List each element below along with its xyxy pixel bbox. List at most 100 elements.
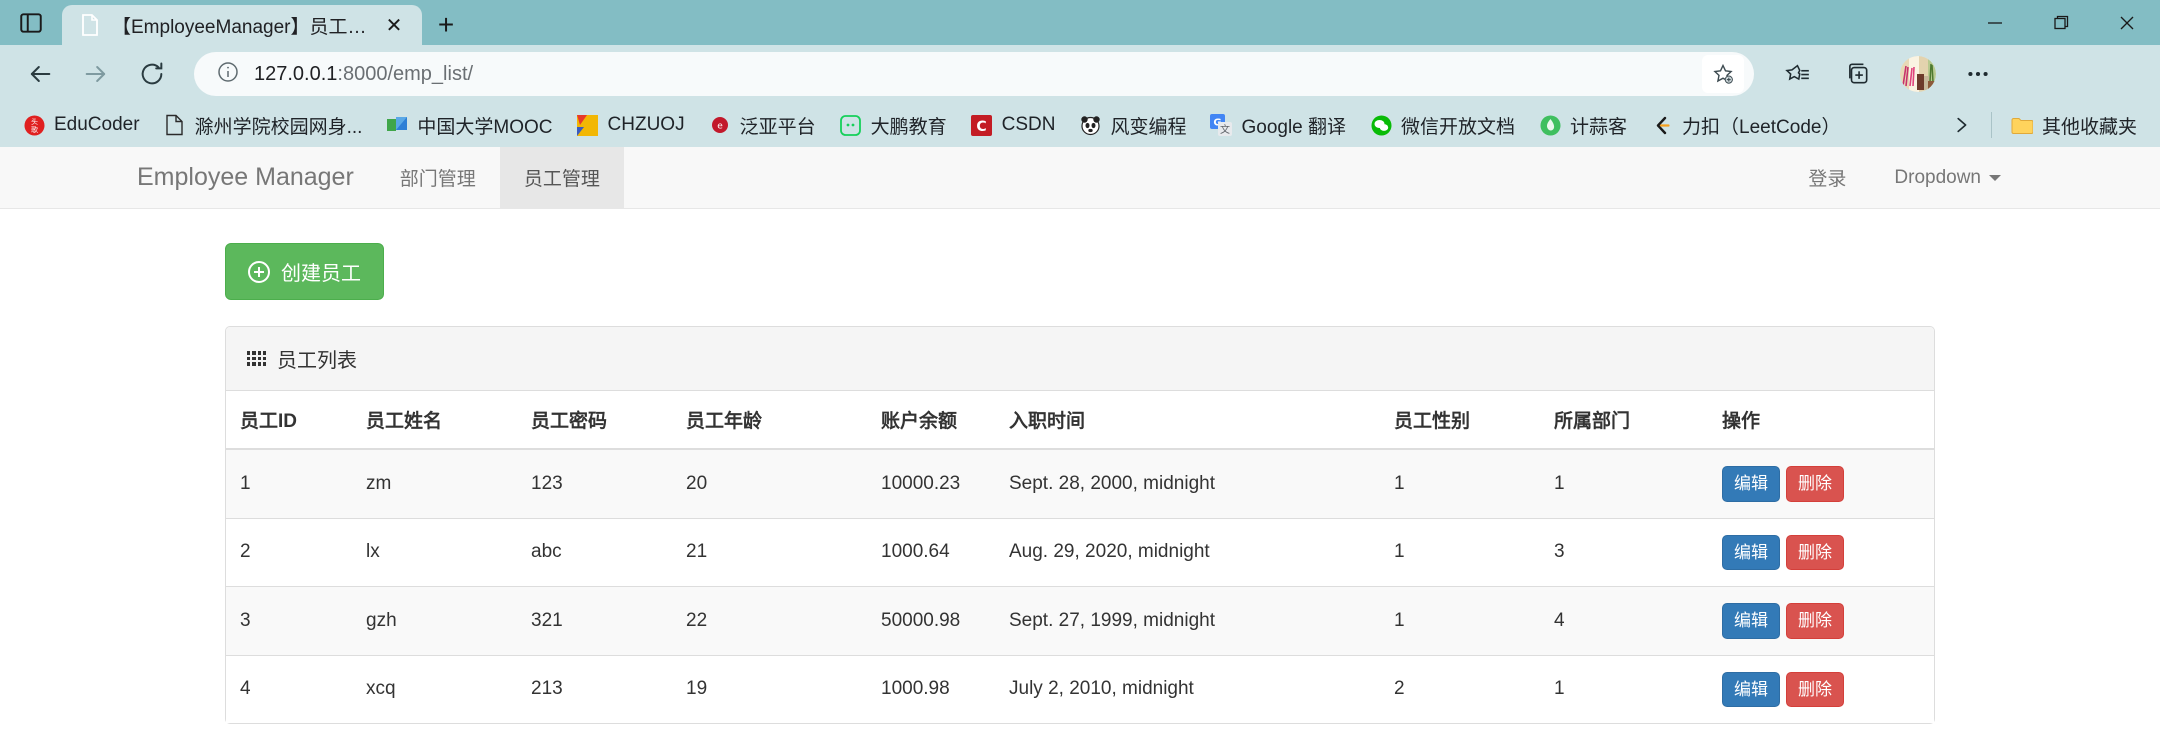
table-row: 2 lx abc 21 1000.64 Aug. 29, 2020, midni…	[226, 517, 1934, 587]
bookmark-item[interactable]: 中国大学MOOC	[375, 107, 563, 144]
employee-list-panel: 员工列表 员工ID 员工姓名 员工密码 员工年龄 账户余额 入职时间 员工性别 …	[225, 326, 1935, 725]
column-header-hire-date: 入职时间	[997, 391, 1382, 450]
column-header-balance: 账户余额	[869, 391, 997, 450]
new-tab-button[interactable]: +	[422, 5, 470, 45]
bookmark-item[interactable]: 风变编程	[1068, 107, 1197, 144]
bookmark-label: CSDN	[1001, 114, 1056, 135]
bookmark-item[interactable]: 滁州学院校园网身...	[153, 107, 374, 144]
edit-button[interactable]: 编辑	[1722, 466, 1780, 502]
bookmark-item[interactable]: G文 Google 翻译	[1199, 107, 1357, 144]
cell-password: 123	[519, 448, 674, 519]
edit-button[interactable]: 编辑	[1722, 671, 1780, 708]
bookmark-label: EduCoder	[54, 114, 140, 135]
favorites-list-icon[interactable]	[1770, 51, 1826, 97]
collections-icon[interactable]	[1830, 51, 1886, 97]
browser-toolbar: 127.0.0.1:8000/emp_list/	[0, 45, 2160, 103]
delete-button[interactable]: 删除	[1786, 671, 1844, 708]
edit-button[interactable]: 编辑	[1722, 534, 1780, 571]
bookmark-label: 力扣（LeetCode）	[1682, 116, 1841, 138]
profile-avatar[interactable]	[1890, 51, 1946, 97]
column-header-id: 员工ID	[226, 391, 354, 450]
cell-gender: 1	[1382, 517, 1542, 587]
grid-icon	[247, 351, 266, 366]
app-navbar: Employee Manager 部门管理 员工管理 登录 Dropdown	[0, 147, 2160, 209]
close-icon[interactable]: ✕	[380, 11, 408, 39]
dapeng-icon	[840, 114, 862, 136]
column-header-name: 员工姓名	[354, 391, 519, 450]
employee-table: 员工ID 员工姓名 员工密码 员工年龄 账户余额 入职时间 员工性别 所属部门 …	[226, 391, 1934, 724]
bookmark-label: 风变编程	[1110, 116, 1187, 138]
folder-icon	[2011, 114, 2033, 136]
info-icon[interactable]	[216, 60, 240, 89]
fengbian-icon	[1079, 114, 1101, 136]
cell-balance: 50000.98	[869, 586, 997, 656]
nav-item-department[interactable]: 部门管理	[376, 147, 500, 208]
nav-item-employee[interactable]: 员工管理	[499, 147, 624, 208]
chevron-right-icon[interactable]	[1939, 108, 1983, 142]
bookmark-label: 中国大学MOOC	[417, 116, 553, 138]
column-header-age: 员工年龄	[674, 391, 869, 450]
bookmark-item[interactable]: CHZUOJ	[566, 109, 696, 141]
cell-age: 21	[674, 517, 869, 587]
cell-hire-date: Sept. 27, 1999, midnight	[997, 586, 1382, 656]
create-employee-button[interactable]: 创建员工	[225, 243, 384, 300]
delete-button[interactable]: 删除	[1786, 534, 1844, 571]
bookmark-item[interactable]: 计蒜客	[1528, 107, 1638, 144]
bookmark-label: 大鹏教育	[870, 116, 947, 138]
cell-password: 321	[519, 586, 674, 656]
other-favorites-button[interactable]: 其他收藏夹	[2000, 107, 2148, 144]
bookmark-label: Google 翻译	[1241, 116, 1347, 138]
maximize-icon[interactable]	[2028, 0, 2094, 45]
back-icon[interactable]	[14, 51, 66, 97]
bookmark-item[interactable]: 微信开放文档	[1359, 107, 1526, 144]
tab-list-icon[interactable]	[0, 0, 62, 45]
minimize-icon[interactable]	[1962, 0, 2028, 45]
dropdown-label: Dropdown	[1894, 166, 1981, 188]
fanya-icon: e	[709, 114, 731, 136]
bookmark-label: 计蒜客	[1570, 116, 1628, 138]
table-header-row: 员工ID 员工姓名 员工密码 员工年龄 账户余额 入职时间 员工性别 所属部门 …	[226, 391, 1934, 450]
panel-heading: 员工列表	[226, 327, 1934, 391]
column-header-gender: 员工性别	[1382, 391, 1542, 450]
bookmark-item[interactable]: e 泛亚平台	[698, 107, 827, 144]
tab-title: 【EmployeeManager】员工列表	[112, 16, 368, 38]
delete-button[interactable]: 删除	[1786, 603, 1844, 639]
url-text: 127.0.0.1:8000/emp_list/	[254, 63, 473, 86]
navbar-right: 登录 Dropdown	[1784, 147, 2025, 208]
login-link[interactable]: 登录	[1784, 147, 1870, 208]
document-icon	[164, 114, 186, 136]
mooc-icon	[386, 114, 408, 136]
other-favorites-label: 其他收藏夹	[2041, 116, 2137, 138]
url-path: :8000/emp_list/	[337, 62, 474, 85]
bookmark-label: 微信开放文档	[1401, 116, 1516, 138]
bookmark-item[interactable]: 力扣（LeetCode）	[1640, 107, 1851, 144]
brand-link[interactable]: Employee Manager	[135, 147, 376, 208]
bookmark-item[interactable]: 头歌 EduCoder	[12, 109, 151, 141]
edit-button[interactable]: 编辑	[1722, 603, 1780, 639]
table-head: 员工ID 员工姓名 员工密码 员工年龄 账户余额 入职时间 员工性别 所属部门 …	[226, 391, 1934, 450]
create-employee-label: 创建员工	[281, 263, 361, 285]
google-translate-icon: G文	[1210, 114, 1233, 136]
star-add-icon[interactable]	[1702, 55, 1744, 93]
cell-id: 4	[226, 654, 354, 724]
address-bar[interactable]: 127.0.0.1:8000/emp_list/	[194, 52, 1754, 96]
bookmark-item[interactable]: 大鹏教育	[829, 107, 958, 144]
svg-text:C: C	[976, 119, 986, 135]
table-body: 1 zm 123 20 10000.23 Sept. 28, 2000, mid…	[226, 448, 1934, 724]
reload-icon[interactable]	[126, 51, 178, 97]
chevron-down-icon	[1989, 174, 2001, 181]
chzuoj-icon	[577, 114, 599, 136]
bookmarks-overflow: 其他收藏夹	[1939, 107, 2148, 144]
column-header-actions: 操作	[1710, 391, 1934, 450]
bookmark-item[interactable]: C CSDN	[960, 109, 1067, 141]
cell-password: abc	[519, 517, 674, 587]
cell-balance: 1000.98	[869, 654, 997, 724]
cell-id: 1	[226, 448, 354, 519]
forward-icon[interactable]	[70, 51, 122, 97]
close-window-icon[interactable]	[2094, 0, 2160, 45]
browser-tab[interactable]: 【EmployeeManager】员工列表 ✕	[62, 5, 422, 45]
cell-gender: 1	[1382, 586, 1542, 656]
dropdown-toggle[interactable]: Dropdown	[1870, 147, 2025, 208]
delete-button[interactable]: 删除	[1786, 466, 1844, 502]
more-options-icon[interactable]	[1950, 51, 2006, 97]
